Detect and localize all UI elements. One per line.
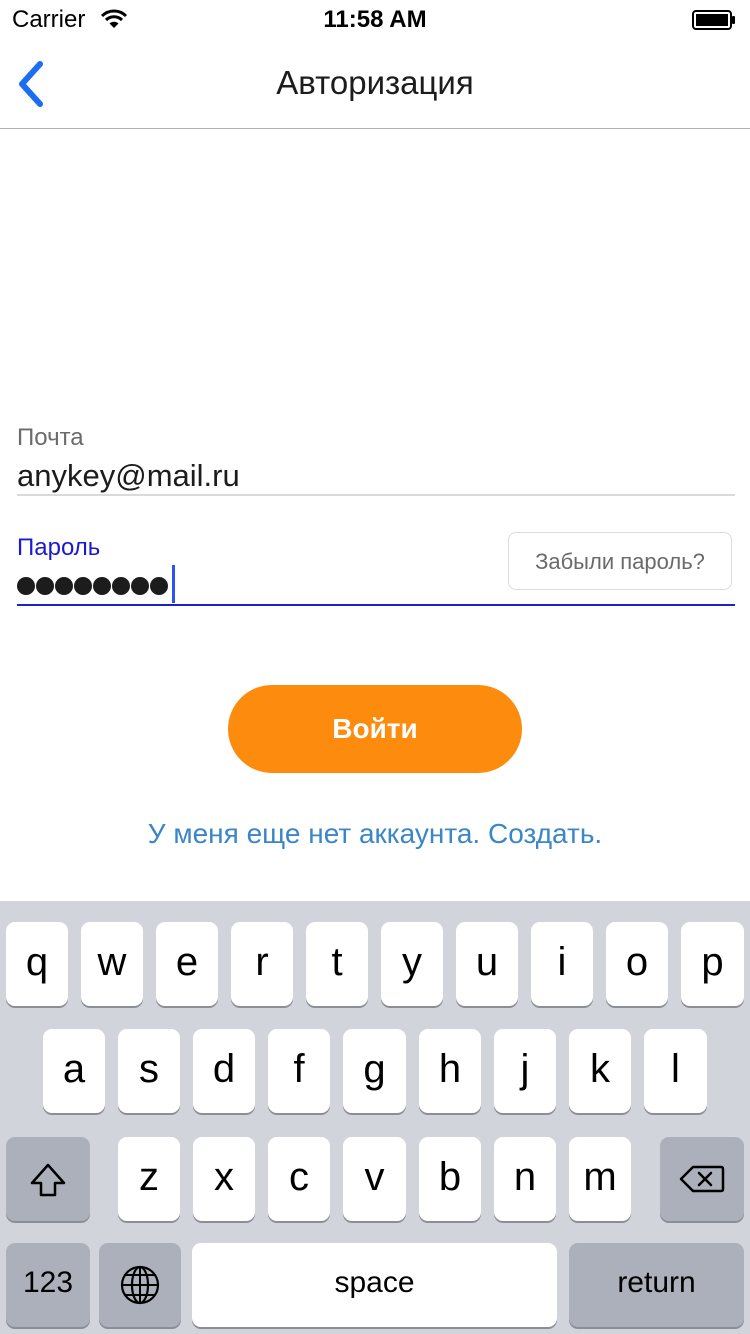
- key-v[interactable]: v: [343, 1137, 406, 1221]
- key-u[interactable]: u: [456, 922, 518, 1006]
- key-y[interactable]: y: [381, 922, 443, 1006]
- key-w[interactable]: w: [81, 922, 143, 1006]
- password-dot: [131, 577, 149, 595]
- password-label: Пароль: [17, 534, 101, 561]
- key-s[interactable]: s: [118, 1029, 180, 1113]
- key-c[interactable]: c: [268, 1137, 330, 1221]
- key-f[interactable]: f: [268, 1029, 330, 1113]
- password-dot: [74, 577, 92, 595]
- key-i[interactable]: i: [531, 922, 593, 1006]
- create-account-link[interactable]: У меня еще нет аккаунта. Создать.: [0, 818, 750, 850]
- space-key[interactable]: space: [192, 1243, 557, 1327]
- status-bar: Carrier 11:58 AM: [0, 0, 750, 40]
- shift-key[interactable]: [6, 1137, 90, 1221]
- backspace-icon: [679, 1165, 725, 1193]
- return-key[interactable]: return: [569, 1243, 744, 1327]
- password-dot: [150, 577, 168, 595]
- numbers-key[interactable]: 123: [6, 1243, 90, 1327]
- password-dot: [55, 577, 73, 595]
- key-d[interactable]: d: [193, 1029, 255, 1113]
- key-o[interactable]: o: [606, 922, 668, 1006]
- password-masked-value: [17, 565, 175, 603]
- key-n[interactable]: n: [494, 1137, 556, 1221]
- forgot-password-button[interactable]: Забыли пароль?: [508, 532, 732, 590]
- key-e[interactable]: e: [156, 922, 218, 1006]
- text-caret: [172, 565, 175, 603]
- key-x[interactable]: x: [193, 1137, 255, 1221]
- key-q[interactable]: q: [6, 922, 68, 1006]
- key-h[interactable]: h: [419, 1029, 481, 1113]
- keyboard: q w e r t y u i o p a s d f g h j k l z …: [0, 901, 750, 1334]
- key-g[interactable]: g: [343, 1029, 406, 1113]
- key-l[interactable]: l: [644, 1029, 707, 1113]
- email-value: anykey@mail.ru: [17, 458, 240, 493]
- email-field[interactable]: anykey@mail.ru: [17, 456, 735, 496]
- key-k[interactable]: k: [569, 1029, 631, 1113]
- key-j[interactable]: j: [494, 1029, 556, 1113]
- key-b[interactable]: b: [419, 1137, 481, 1221]
- clock: 11:58 AM: [323, 6, 427, 33]
- login-button[interactable]: Войти: [228, 685, 522, 773]
- globe-icon: [120, 1265, 160, 1305]
- password-dot: [17, 577, 35, 595]
- nav-bar: Авторизация: [0, 40, 750, 129]
- page-title: Авторизация: [276, 64, 474, 101]
- key-p[interactable]: p: [681, 922, 744, 1006]
- key-m[interactable]: m: [569, 1137, 631, 1221]
- shift-icon: [30, 1163, 66, 1197]
- key-t[interactable]: t: [306, 922, 368, 1006]
- backspace-key[interactable]: [660, 1137, 744, 1221]
- globe-key[interactable]: [99, 1243, 181, 1327]
- key-a[interactable]: a: [43, 1029, 105, 1113]
- key-z[interactable]: z: [118, 1137, 180, 1221]
- password-dot: [93, 577, 111, 595]
- battery-icon: [692, 10, 735, 30]
- key-r[interactable]: r: [231, 922, 293, 1006]
- password-dot: [36, 577, 54, 595]
- password-dot: [112, 577, 130, 595]
- email-label: Почта: [17, 424, 84, 451]
